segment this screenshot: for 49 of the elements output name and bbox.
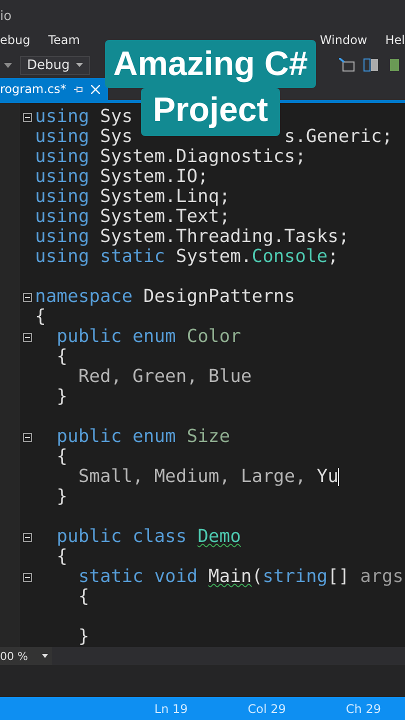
status-text: Col 29 <box>248 702 286 716</box>
code-line: static void Main(string[] args <box>77 567 404 587</box>
code-line: { <box>77 587 90 607</box>
code-line: using System.Text; <box>35 207 230 227</box>
code-line: public enum Color <box>56 327 241 347</box>
title-banner: Project <box>140 88 280 136</box>
code-line: public class Demo <box>56 527 241 547</box>
close-icon[interactable] <box>91 84 100 94</box>
code-line: using Sys <box>35 107 133 127</box>
code-line: Small, Medium, Large, Yu <box>77 467 340 487</box>
code-line: using System.IO; <box>35 167 208 187</box>
caret-icon <box>42 654 48 658</box>
status-text: Ln 19 <box>154 702 188 716</box>
menu-item[interactable]: Team <box>48 33 80 47</box>
toolbar-icon[interactable] <box>363 58 379 72</box>
code-line: { <box>35 307 46 327</box>
code-line: Red, Green, Blue <box>77 367 252 387</box>
menu-item[interactable]: Window <box>320 33 368 47</box>
collapse-icon[interactable] <box>23 112 32 122</box>
code-line: { <box>56 447 68 467</box>
file-tab[interactable]: rogram.cs* <box>0 78 108 100</box>
collapse-icon[interactable] <box>23 292 32 302</box>
zoom-dropdown[interactable]: 00 % <box>0 647 52 665</box>
collapse-icon[interactable] <box>23 532 32 542</box>
code-line: using System.Threading.Tasks; <box>35 227 350 247</box>
menu-item[interactable]: Hel <box>385 33 405 47</box>
configuration-dropdown[interactable]: Debug <box>20 56 90 74</box>
code-line: public enum Size <box>56 427 230 447</box>
menu-item[interactable]: ebug <box>0 33 30 47</box>
code-line: using System.Linq; <box>35 187 230 207</box>
code-line: } <box>56 487 68 507</box>
caret-icon <box>76 63 83 67</box>
toolbar-icon[interactable] <box>339 58 355 72</box>
status-text: Ch 29 <box>346 702 381 716</box>
caret-icon[interactable] <box>4 62 12 68</box>
pin-icon[interactable] <box>74 84 84 94</box>
code-line: using System.Diagnostics; <box>35 147 306 167</box>
title-banner: Amazing C# <box>105 40 316 88</box>
collapse-icon[interactable] <box>23 332 32 342</box>
code-line: namespace DesignPatterns <box>35 287 296 307</box>
code-line: using static System.Console; <box>35 247 338 267</box>
window-title: io <box>0 9 12 24</box>
collapse-icon[interactable] <box>23 572 32 582</box>
code-line: } <box>77 627 90 647</box>
toolbar-icon[interactable] <box>387 58 401 72</box>
collapse-icon[interactable] <box>23 432 32 442</box>
code-line: } <box>56 387 68 407</box>
code-line: { <box>56 347 68 367</box>
code-line: { <box>56 547 68 567</box>
